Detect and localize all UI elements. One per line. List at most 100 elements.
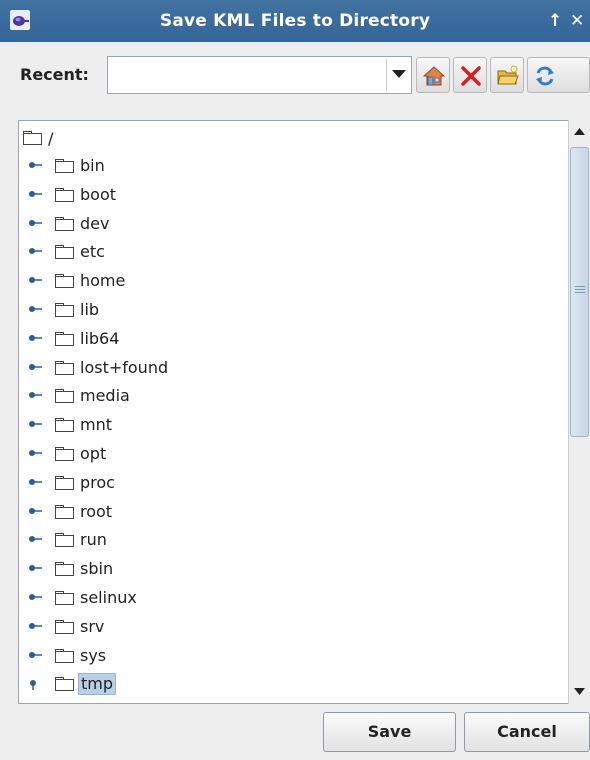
scroll-down-button[interactable] <box>569 680 590 704</box>
folder-icon <box>55 533 74 548</box>
tree-item-label: lib <box>80 300 100 319</box>
folder-icon <box>55 216 74 231</box>
folder-icon <box>55 331 74 346</box>
tree-item[interactable]: media <box>19 381 559 409</box>
delete-icon <box>461 66 481 86</box>
tree-item[interactable]: tmp <box>19 669 559 697</box>
tree-item[interactable]: sbin <box>19 554 559 582</box>
refresh-button[interactable] <box>527 57 590 93</box>
tree-expand-handle-icon[interactable] <box>28 622 44 634</box>
tree-expand-handle-icon[interactable] <box>28 161 44 173</box>
scroll-up-button[interactable] <box>569 120 590 144</box>
tree-item-label: opt <box>80 444 107 463</box>
folder-icon <box>55 418 74 433</box>
recent-combo[interactable] <box>107 56 412 94</box>
tree-expand-handle-icon[interactable] <box>28 507 44 519</box>
tree-item[interactable]: lib64 <box>19 324 559 352</box>
tree-root-label: / <box>48 129 54 148</box>
cancel-button[interactable]: Cancel <box>464 712 590 752</box>
tree-item-label: srv <box>80 616 105 636</box>
folder-icon <box>55 475 74 490</box>
folder-icon <box>55 619 74 634</box>
tree-expand-handle-icon[interactable] <box>28 190 44 202</box>
recent-label: Recent: <box>20 65 89 84</box>
home-icon <box>423 66 445 86</box>
tree-expand-handle-icon[interactable] <box>28 679 44 691</box>
title-bar: Save KML Files to Directory ↑ ✕ <box>0 0 590 42</box>
tree-item[interactable]: run <box>19 525 559 553</box>
folder-icon <box>55 562 74 577</box>
tree-expand-handle-icon[interactable] <box>28 651 44 663</box>
folder-icon <box>55 591 74 605</box>
tree-expand-handle-icon[interactable] <box>28 593 44 605</box>
arrow-up-icon <box>574 128 585 135</box>
home-button[interactable] <box>416 57 450 93</box>
tree-item[interactable]: boot <box>19 180 559 208</box>
close-button[interactable]: ✕ <box>570 8 584 34</box>
tree-item[interactable]: mnt <box>19 410 559 438</box>
tree-item[interactable]: proc <box>19 468 559 496</box>
tree-item-label: dev <box>80 213 110 233</box>
tree-expand-handle-icon[interactable] <box>28 535 44 547</box>
directory-tree[interactable]: / bin boot dev etc home lib lib64 lost+found med… <box>18 120 590 704</box>
tree-item-label: selinux <box>80 588 137 607</box>
tree-expand-handle-icon[interactable] <box>28 478 44 490</box>
tree-item[interactable]: lost+found <box>19 353 559 381</box>
tree-item[interactable]: selinux <box>19 583 559 611</box>
tree-item-label: run <box>80 530 107 550</box>
tree-item[interactable]: root <box>19 497 559 525</box>
tree-item-label: lib64 <box>80 328 120 348</box>
tree-item-label: sys <box>80 645 107 665</box>
new-folder-button[interactable] <box>490 57 524 93</box>
tree-expand-handle-icon[interactable] <box>28 247 44 259</box>
tree-expand-handle-icon[interactable] <box>28 564 44 576</box>
folder-icon <box>55 648 74 663</box>
tree-item-label: boot <box>80 184 117 204</box>
tree-expand-handle-icon[interactable] <box>28 420 44 432</box>
folder-icon <box>55 504 74 519</box>
tree-expand-handle-icon[interactable] <box>28 276 44 288</box>
window-title: Save KML Files to Directory <box>159 11 431 31</box>
folder-icon <box>55 303 74 317</box>
folder-icon <box>55 447 74 461</box>
tree-item[interactable]: bin <box>19 151 559 179</box>
tree-item-label: lost+found <box>80 357 169 377</box>
tree-item[interactable]: lib <box>19 295 559 323</box>
folder-icon <box>55 159 74 173</box>
tree-item[interactable]: srv <box>19 612 559 640</box>
tree-item-label: media <box>80 386 130 406</box>
folder-icon <box>55 245 74 260</box>
tree-expand-handle-icon[interactable] <box>28 334 44 346</box>
refresh-icon <box>536 66 554 86</box>
tree-item[interactable]: home <box>19 266 559 294</box>
tree-item-label: sbin <box>80 559 114 579</box>
tree-item[interactable]: opt <box>19 439 559 467</box>
tree-item[interactable]: sys <box>19 641 559 669</box>
folder-icon <box>55 360 74 375</box>
tree-expand-handle-icon[interactable] <box>28 219 44 231</box>
recent-dropdown-button[interactable] <box>386 59 412 91</box>
tree-item-label: mnt <box>80 415 112 435</box>
folder-icon <box>55 187 74 202</box>
chevron-down-icon <box>392 70 406 78</box>
maximize-button[interactable]: ↑ <box>548 8 562 34</box>
vertical-scrollbar[interactable] <box>568 120 590 704</box>
delete-button[interactable] <box>453 57 487 93</box>
folder-icon <box>55 274 74 289</box>
tree-item-label: root <box>80 501 113 521</box>
tree-item[interactable]: dev <box>19 209 559 237</box>
tree-expand-handle-icon[interactable] <box>28 363 44 375</box>
tree-item-label: home <box>80 271 126 291</box>
tree-expand-handle-icon[interactable] <box>28 449 44 461</box>
tree-item[interactable]: etc <box>19 237 559 265</box>
folder-icon <box>55 389 74 404</box>
save-button[interactable]: Save <box>323 712 456 752</box>
tree-item-label: proc <box>80 472 115 492</box>
tree-item-label: tmp <box>78 673 117 696</box>
new-folder-icon <box>497 65 519 85</box>
tree-expand-handle-icon[interactable] <box>28 305 44 317</box>
folder-icon <box>23 131 42 145</box>
tree-expand-handle-icon[interactable] <box>28 391 44 403</box>
scrollbar-thumb[interactable] <box>570 147 589 437</box>
folder-icon <box>55 677 74 692</box>
